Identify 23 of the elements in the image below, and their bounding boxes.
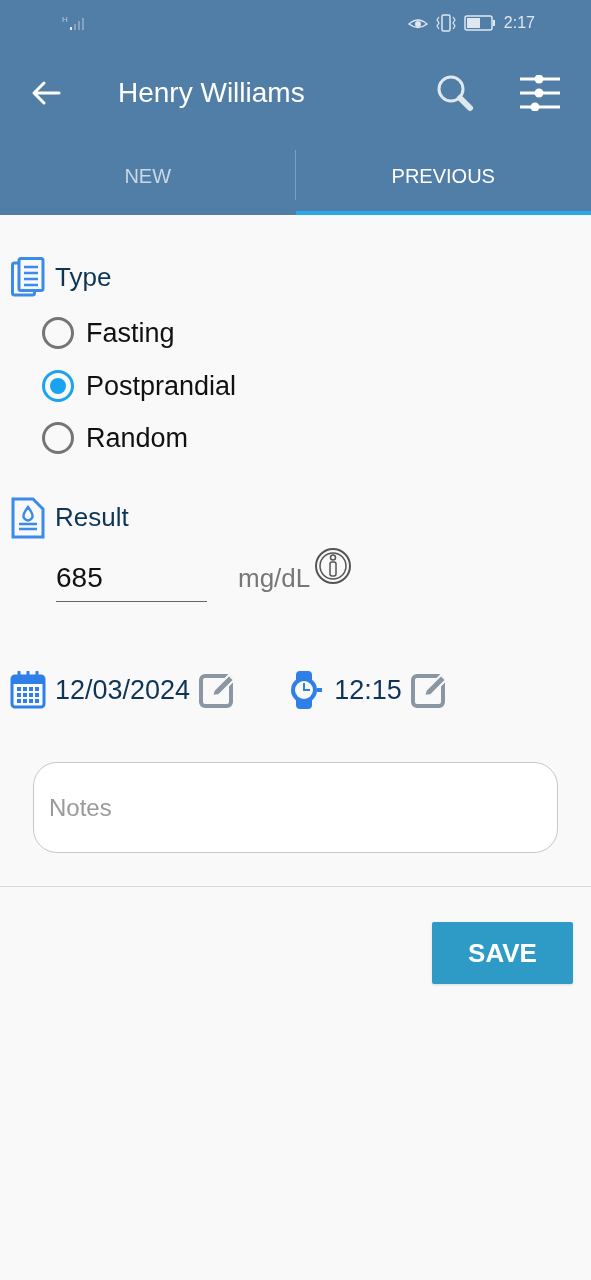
unit-label: mg/dL	[238, 561, 311, 595]
lab-report-icon	[11, 496, 45, 539]
app-bar-title: Henry Williams	[118, 75, 306, 110]
calendar-icon	[10, 670, 46, 709]
vibrate-icon	[435, 13, 456, 32]
signal-icon	[69, 15, 86, 30]
watch-icon	[288, 669, 325, 710]
section-heading: Result	[55, 501, 129, 534]
time-text: 12:15	[334, 673, 402, 707]
tab[interactable]: PREVIOUS	[295, 140, 591, 215]
battery-icon	[463, 14, 496, 31]
notes-field[interactable]: Notes	[33, 762, 558, 853]
network-type-label: H	[62, 15, 68, 24]
radio-option[interactable]: Fasting	[42, 313, 175, 354]
filter-button[interactable]	[519, 74, 561, 111]
result-field[interactable]: 685	[56, 556, 207, 602]
date-text: 12/03/2024	[55, 673, 191, 707]
status-time: 2:17	[503, 12, 535, 33]
radio-option[interactable]: Postprandial	[42, 365, 237, 406]
document-icon	[11, 257, 45, 297]
info-icon[interactable]	[314, 546, 353, 585]
radio-option[interactable]: Random	[42, 418, 189, 459]
section-heading: Type	[55, 260, 112, 294]
